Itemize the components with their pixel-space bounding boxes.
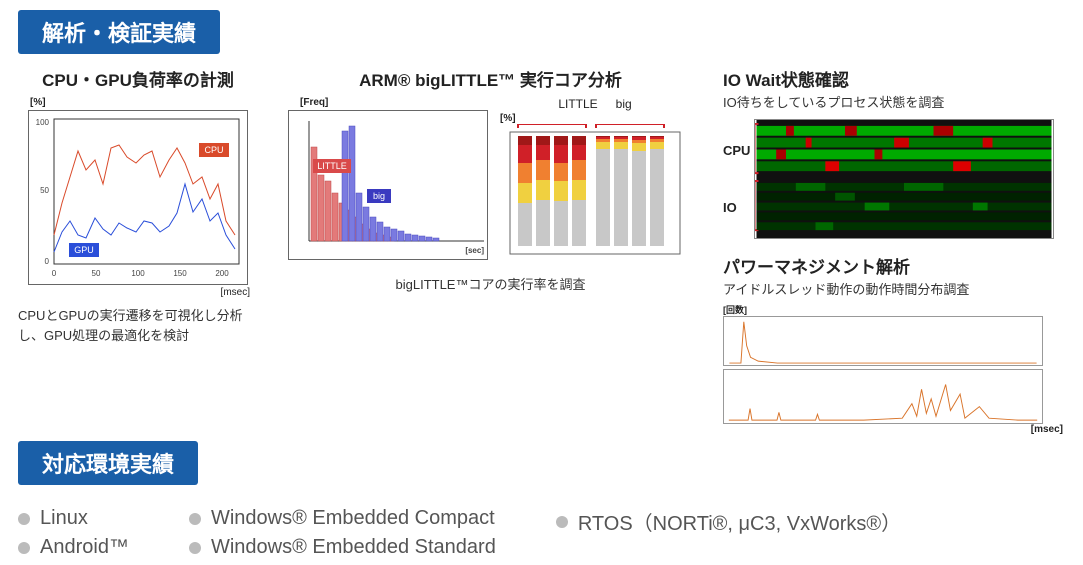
bullet-icon [556,516,568,528]
env-list: Linux Android™ Windows® Embedded Compact… [18,507,1065,565]
arm-desc: bigLITTLE™コアの実行率を調査 [288,275,693,295]
section-header-env: 対応環境実績 [18,441,198,485]
cpu-gpu-chart: 0 50 100 0 50 100 150 200 CPU GPU [28,110,248,285]
svg-text:50: 50 [40,186,49,195]
svg-text:100: 100 [131,269,145,278]
pm-title: パワーマネジメント解析 [723,253,1063,278]
svg-text:GPU: GPU [74,245,94,255]
cpu-gpu-xlabel: [msec] [18,287,250,298]
arm-little-label: LITTLE [558,97,597,111]
section-header-analysis: 解析・検証実績 [18,10,220,54]
env-col-3: RTOS（NORTi®, μC3, VxWorks®） [556,507,901,565]
svg-text:big: big [373,191,385,201]
arm-big-label: big [616,97,632,111]
svg-text:150: 150 [173,269,187,278]
env-item-linux: Linux [18,507,129,530]
arm-stack-chart [500,124,690,264]
svg-text:200: 200 [215,269,229,278]
arm-hist-chart: LITTLE big [sec] [288,110,488,260]
env-col-1: Linux Android™ [18,507,129,565]
arm-stack-wrap: LITTLE big [%] [500,97,690,267]
pm-xlabel: [msec] [723,424,1063,435]
bullet-icon [189,542,201,554]
arm-title: ARM® bigLITTLE™ 実行コア分析 [288,66,693,91]
iowait-chart [754,119,1054,239]
env-item-android: Android™ [18,536,129,559]
bullet-icon [18,542,30,554]
iowait-title: IO Wait状態確認 [723,66,1063,91]
svg-text:0: 0 [45,257,50,266]
charts-row: CPU・GPU負荷率の計測 [%] 0 50 100 0 50 100 150 200 CP… [18,66,1065,435]
env-item-win-compact: Windows® Embedded Compact [189,507,496,530]
svg-text:LITTLE: LITTLE [317,161,347,171]
arm-stack-ylabel: [%] [500,113,690,124]
right-col: IO Wait状態確認 IO待ちをしているプロセス状態を調査 CPU IO [723,66,1063,435]
iowait-row-labels: CPU IO [723,143,750,215]
arm-col: ARM® bigLITTLE™ 実行コア分析 [Freq] [288,66,693,295]
cpu-gpu-col: CPU・GPU負荷率の計測 [%] 0 50 100 0 50 100 150 200 CP… [18,66,258,345]
env-item-rtos: RTOS（NORTi®, μC3, VxWorks®） [556,507,901,536]
env-col-2: Windows® Embedded Compact Windows® Embed… [189,507,496,565]
arm-group-labels: LITTLE big [500,97,690,111]
arm-hist-ylabel: [Freq] [300,97,488,108]
pm-chart-top [723,316,1043,366]
cpu-gpu-desc: CPUとGPUの実行遷移を可視化し分析し、GPU処理の最適化を検討 [18,306,258,345]
env-item-win-standard: Windows® Embedded Standard [189,536,496,559]
arm-hist-wrap: [Freq] LITTLE [288,97,488,260]
pm-desc: アイドルスレッド動作の動作時間分布調査 [723,280,1063,300]
svg-text:50: 50 [92,269,101,278]
iowait-cpu-label: CPU [723,143,750,158]
pm-ylabel: [回数] [723,303,1063,316]
arm-charts-wrap: [Freq] LITTLE [288,97,693,267]
bullet-icon [18,513,30,525]
cpu-gpu-title: CPU・GPU負荷率の計測 [18,66,258,91]
pm-chart-bottom [723,369,1043,424]
iowait-wrap: CPU IO [723,119,1063,239]
pm-charts: [msec] [723,316,1063,435]
svg-text:[sec]: [sec] [465,246,484,255]
bullet-icon [189,513,201,525]
cpu-gpu-ylabel: [%] [30,97,258,108]
svg-text:CPU: CPU [204,145,223,155]
svg-text:100: 100 [36,118,50,127]
iowait-io-label: IO [723,200,750,215]
svg-text:0: 0 [52,269,57,278]
iowait-desc: IO待ちをしているプロセス状態を調査 [723,93,1063,113]
